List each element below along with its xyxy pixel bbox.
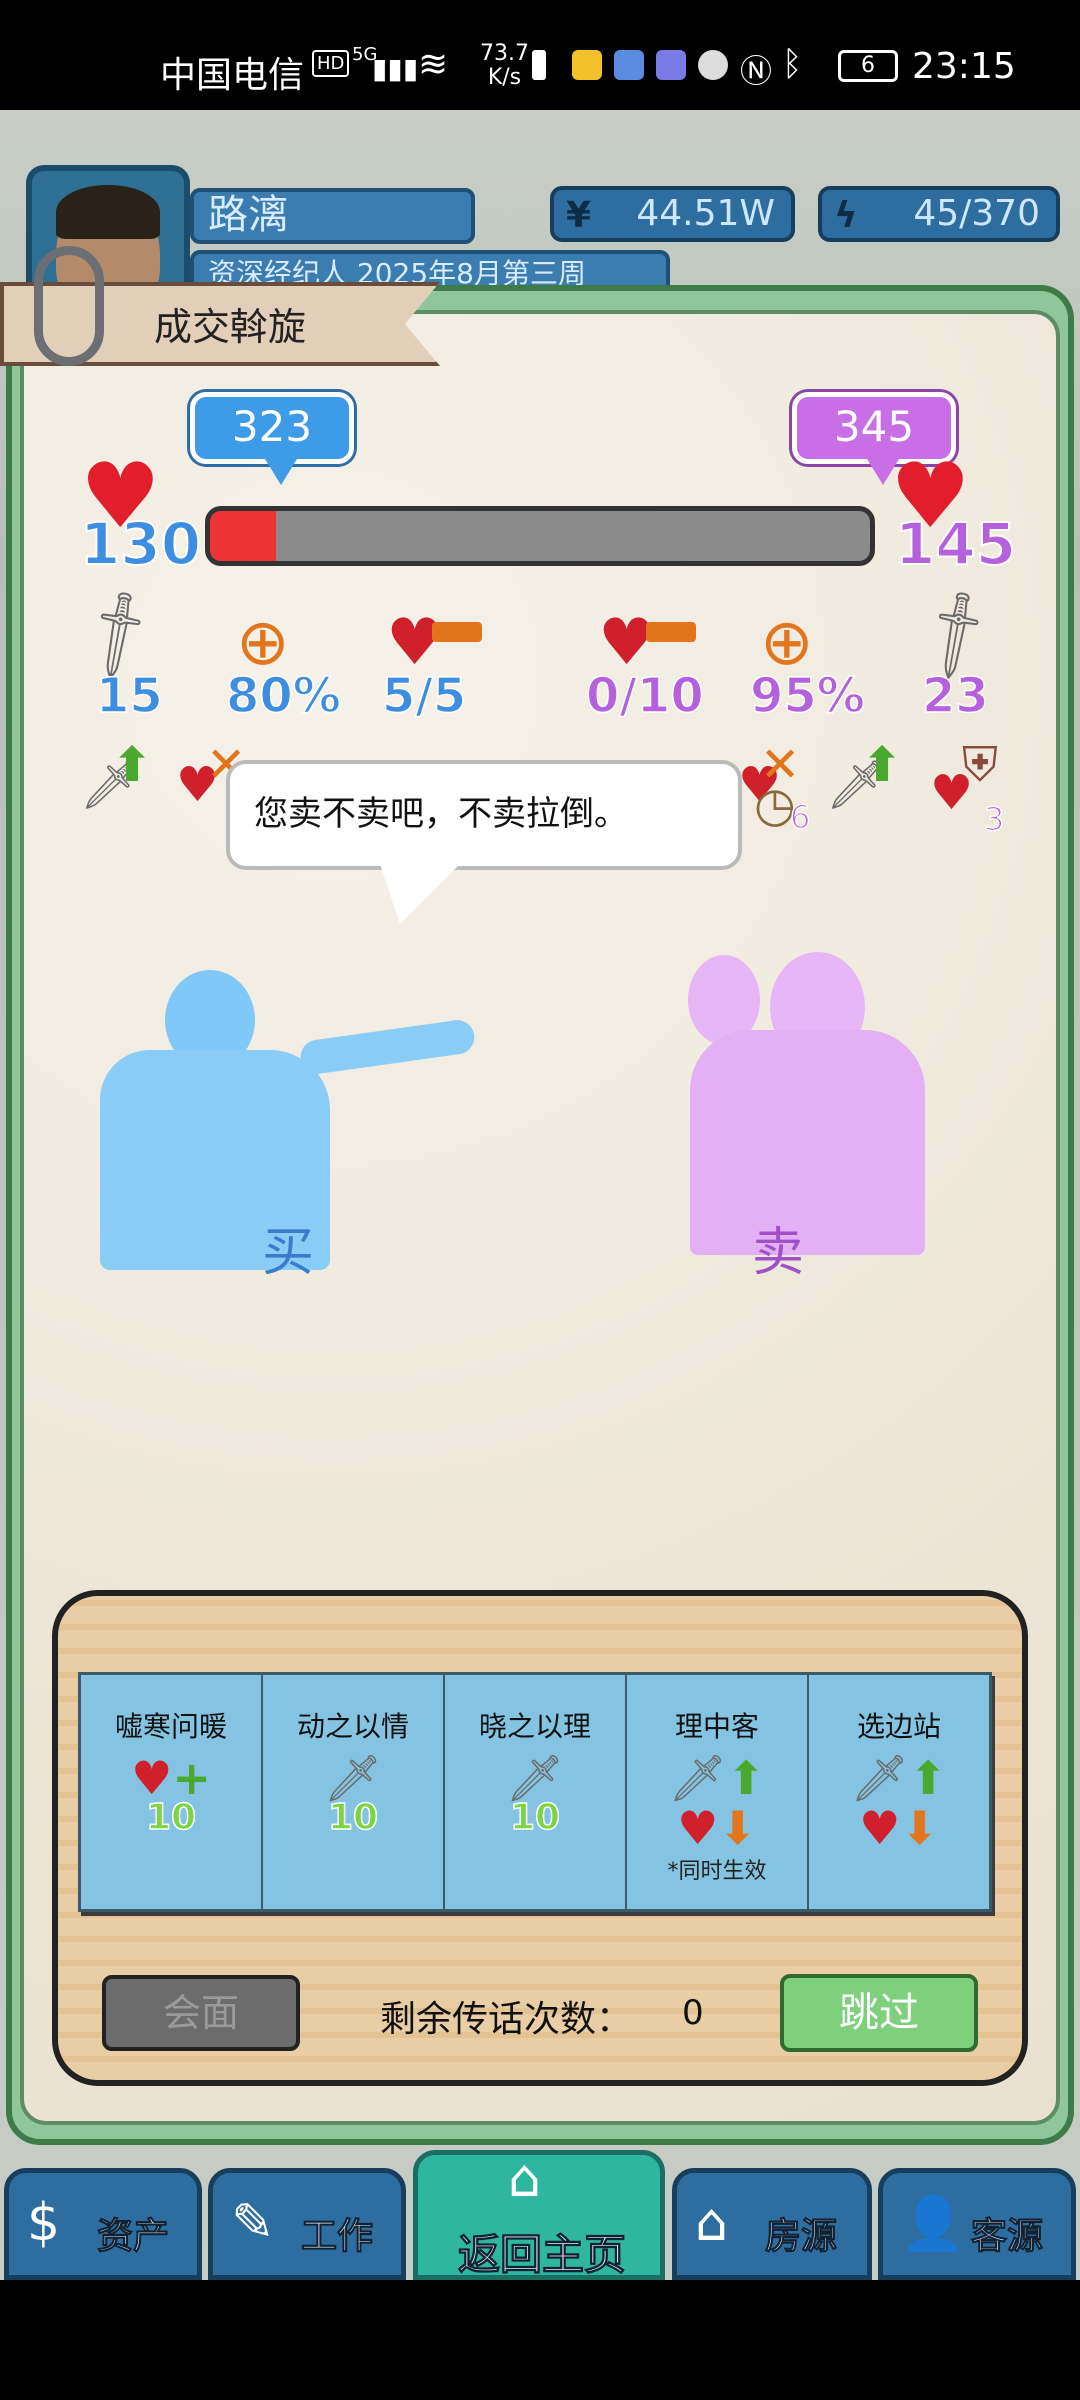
dollar-icon: $	[27, 2193, 61, 2253]
speech-text: 您卖不卖吧，不卖拉倒。	[254, 794, 628, 834]
seller-accuracy: 95%	[749, 667, 865, 725]
nav-listings[interactable]: ⌂ 房源	[672, 2168, 872, 2280]
buyer-accuracy: 80%	[225, 667, 341, 725]
person-icon: 👤	[901, 2194, 966, 2254]
card-value: 10	[145, 1796, 197, 1839]
seller-hp: 145	[894, 509, 1017, 579]
skip-button[interactable]: 跳过	[780, 1974, 978, 2052]
carrier-label: 中国电信	[160, 55, 305, 96]
nav-work[interactable]: ✎ 工作	[208, 2168, 406, 2280]
app-icon	[698, 50, 728, 80]
card-note: *同时生效	[667, 1859, 767, 1884]
minus-icon	[646, 622, 696, 642]
money-value: 44.51W	[636, 193, 775, 234]
card-title: 嘘寒问暖	[114, 1710, 227, 1743]
battery-icon: 6	[838, 50, 898, 82]
shield-icon: ⛨	[962, 737, 999, 793]
seller-silhouette	[690, 1030, 925, 1255]
paperclip-icon	[34, 246, 104, 366]
seller-shield-count: 3	[983, 799, 1005, 839]
buyer-score-bubble: 323	[190, 392, 354, 485]
card-title: 理中客	[674, 1710, 759, 1743]
nav-home-label: 返回主页	[457, 2230, 627, 2280]
arrow-up-icon: ⬆	[862, 737, 903, 793]
bluetooth-icon: ᛒ	[782, 44, 803, 84]
signal-bars-icon: ▮▮▮	[372, 52, 419, 85]
card-side[interactable]: 选边站 🗡⬆ ♥⬇	[809, 1675, 989, 1909]
card-title: 晓之以理	[478, 1710, 591, 1743]
arrow-up-icon: ⬆	[112, 737, 153, 793]
sword-up-heart-down-icon: 🗡⬆ ♥⬇	[668, 1751, 766, 1855]
negotiation-progress-bar	[205, 506, 875, 566]
heart-plus-icon: ♥+	[131, 1751, 211, 1805]
wifi-icon: ≋	[418, 44, 449, 85]
net-speed-value: 73.7	[480, 41, 529, 66]
game-screen: 中国电信 HD 5G ▮▮▮ ≋ 73.7 K/s Ⓝ ᛒ 6 23:15 路漓…	[0, 0, 1080, 2400]
sword-up-heart-down-icon: 🗡⬆ ♥⬇	[850, 1751, 948, 1855]
card-value: 10	[327, 1796, 379, 1839]
panel-title: 成交斡旋	[154, 305, 307, 349]
energy-value: 45/370	[913, 193, 1040, 234]
speech-tail	[380, 864, 460, 924]
edit-icon: ✎	[231, 2193, 275, 2253]
sword-icon: 🗡	[323, 1751, 383, 1805]
lightning-icon: ϟ	[834, 195, 858, 236]
clock: 23:15	[912, 46, 1016, 87]
buyer-role-label: 买	[262, 1223, 315, 1283]
player-name: 路漓	[190, 188, 475, 244]
avatar-hair	[56, 185, 160, 239]
remaining-messages-label: 剩余传话次数：	[380, 1999, 633, 2040]
bubble-tail	[265, 459, 297, 485]
net-speed: 73.7 K/s	[480, 42, 529, 90]
card-value: 10	[509, 1796, 561, 1839]
seller-lives: 0/10	[585, 667, 704, 725]
home-return-icon: ⌂	[508, 2149, 542, 2209]
card-comfort[interactable]: 嘘寒问暖 ♥+ 10	[81, 1675, 263, 1909]
negotiation-progress-fill	[210, 511, 276, 561]
card-neutral[interactable]: 理中客 🗡⬆ ♥⬇ *同时生效	[627, 1675, 809, 1909]
buyer-attack: 15	[95, 667, 163, 725]
remaining-messages-value: 0	[682, 1993, 704, 2033]
card-title: 选边站	[856, 1710, 941, 1743]
nav-assets-label: 资产	[96, 2216, 170, 2258]
card-reason[interactable]: 晓之以理 🗡 10	[445, 1675, 627, 1909]
nav-clients-label: 客源	[970, 2216, 1044, 2258]
music-app-icon	[656, 50, 686, 80]
nfc-icon: Ⓝ	[740, 52, 773, 90]
nav-listings-label: 房源	[764, 2216, 838, 2258]
bottom-nav: $ 资产 ✎ 工作 ⌂ 返回主页 ⌂ 房源 👤 客源	[0, 2149, 1080, 2280]
nav-assets[interactable]: $ 资产	[4, 2168, 202, 2280]
sword-icon: 🗡	[505, 1751, 565, 1805]
card-title: 动之以情	[296, 1710, 409, 1743]
nav-clients[interactable]: 👤 客源	[878, 2168, 1076, 2280]
buyer-lives: 5/5	[381, 667, 467, 725]
energy-display: ϟ 45/370	[818, 186, 1060, 242]
speech-bubble: 您卖不卖吧，不卖拉倒。	[226, 760, 742, 924]
system-bottom-bar	[0, 2280, 1080, 2400]
minus-icon	[432, 622, 482, 642]
nav-home[interactable]: ⌂ 返回主页	[413, 2149, 665, 2280]
card-row: 嘘寒问暖 ♥+ 10 动之以情 🗡 10 晓之以理 🗡 10 理中客 🗡⬆ ♥⬇…	[78, 1672, 992, 1912]
meet-button[interactable]: 会面	[102, 1975, 300, 2051]
buyer-score: 323	[231, 402, 313, 451]
phone-icon	[532, 50, 546, 80]
net-speed-unit: K/s	[487, 65, 522, 90]
status-bar: 中国电信 HD 5G ▮▮▮ ≋ 73.7 K/s Ⓝ ᛒ 6 23:15	[0, 0, 1080, 110]
house-icon: ⌂	[695, 2193, 729, 2253]
buyer-hp: 130	[79, 509, 202, 579]
mail-app-icon	[572, 50, 602, 80]
card-emotion[interactable]: 动之以情 🗡 10	[263, 1675, 445, 1909]
seller-attack: 23	[921, 667, 989, 725]
nav-work-label: 工作	[300, 2216, 374, 2258]
seller-timer-count: 6	[789, 797, 811, 837]
battery-level: 6	[861, 53, 875, 78]
seller-role-label: 卖	[752, 1223, 805, 1283]
hd-icon: HD	[312, 50, 350, 77]
yen-icon: ¥	[566, 195, 592, 236]
money-display: ¥ 44.51W	[550, 186, 795, 242]
school-app-icon	[614, 50, 644, 80]
